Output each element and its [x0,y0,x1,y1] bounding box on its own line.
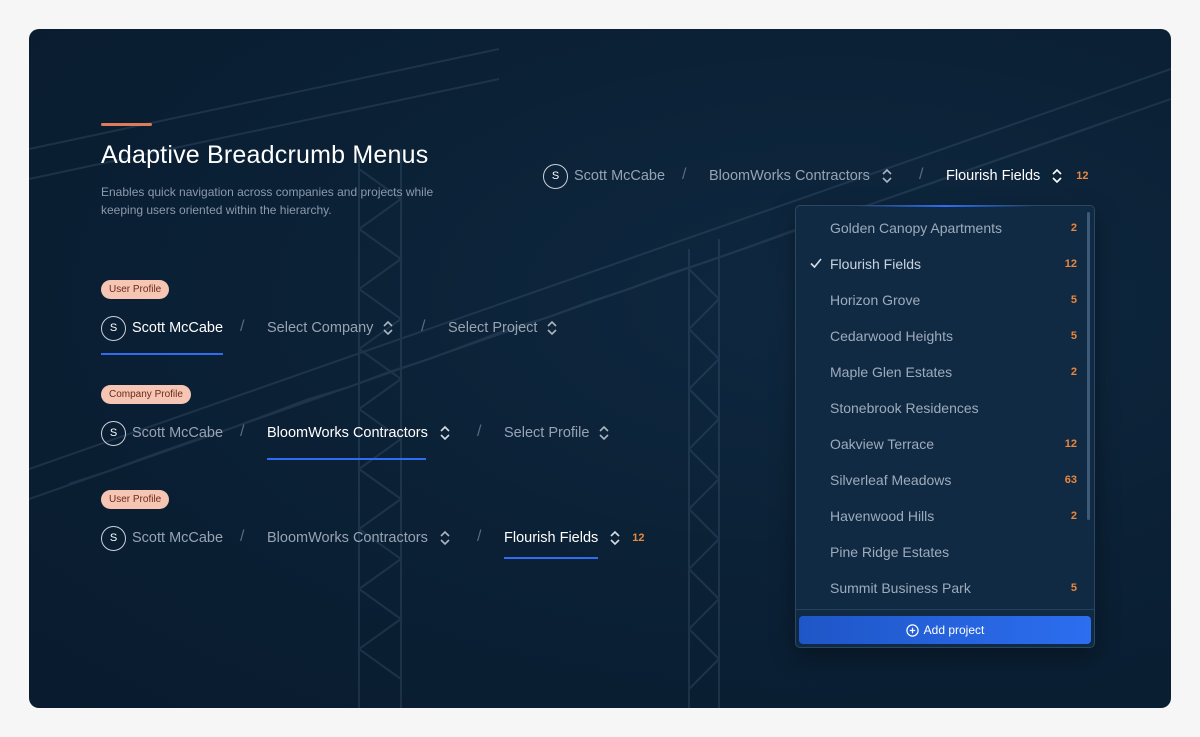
chevron-up-down-icon [440,530,450,546]
row3-crumb-company[interactable]: BloomWorks Contractors [267,523,452,553]
dropdown-item[interactable]: Horizon Grove 5 [796,282,1084,318]
crumb-label: BloomWorks Contractors [709,168,870,184]
row1-crumb-project[interactable]: Select Project [448,313,559,343]
add-project-label: Add project [923,623,985,637]
chevron-up-down-icon [599,425,610,441]
chevron-up-down-icon [383,320,393,336]
project-count-badge: 12 [1076,170,1089,182]
breadcrumb-separator: / [240,318,245,335]
chevron-up-down-icon [547,320,558,336]
crumb-label: BloomWorks Contractors [267,530,428,546]
crumb-label: Select Profile [504,425,590,441]
row1-badge: User Profile [101,280,170,299]
crumb-label-wrap: Flourish Fields [504,530,599,559]
top-crumb-user[interactable]: S Scott McCabe [543,161,665,191]
breadcrumb-separator: / [240,423,245,440]
dropdown-scrollbar[interactable] [1087,212,1090,520]
dropdown-item[interactable]: Stonebrook Residences [796,390,1084,426]
avatar: S [543,163,568,189]
breadcrumb-separator: / [421,318,426,335]
row2-crumb-profile[interactable]: Select Profile [504,418,611,448]
dropdown-item[interactable]: Oakview Terrace 12 [796,426,1084,462]
crumb-label: Select Project [448,320,538,336]
row3-crumb-project[interactable]: Flourish Fields 12 [504,523,645,559]
dropdown-item[interactable]: Silverleaf Meadows 63 [796,462,1084,498]
project-count-badge: 12 [632,532,645,544]
hero-card: Adaptive Breadcrumb Menus Enables quick … [29,29,1171,708]
crumb-label: Scott McCabe [574,168,666,184]
dropdown-item[interactable]: Maple Glen Estates 2 [796,354,1084,390]
dropdown-item[interactable]: Summit Business Park 5 [796,570,1084,606]
page-subtitle: Enables quick navigation across companie… [101,185,434,217]
dropdown-item[interactable]: Pine Ridge Estates [796,534,1084,570]
row1-crumb-company[interactable]: Select Company [267,313,395,343]
dropdown-highlight-line [856,205,1034,207]
dropdown-item[interactable]: Golden Canopy Apartments 2 [796,210,1084,246]
avatar: S [101,420,126,446]
row3-crumb-user[interactable]: S Scott McCabe [101,523,223,553]
active-underline [504,557,599,559]
avatar: S [101,315,126,341]
crumb-label: Flourish Fields [504,530,599,546]
breadcrumb-separator: / [240,528,245,545]
dropdown-item-selected[interactable]: Flourish Fields 12 [796,246,1084,282]
add-project-button[interactable]: Add project [799,616,1091,644]
chevron-up-down-icon [882,168,892,184]
chevron-up-down-icon [610,530,620,546]
row3-badge: User Profile [101,490,170,509]
chevron-up-down-icon [440,425,450,441]
crumb-label: Scott McCabe [132,530,224,546]
row2-crumb-user[interactable]: S Scott McCabe [101,418,223,448]
crumb-label: Flourish Fields [946,168,1041,184]
row1-crumb-user[interactable]: S Scott McCabe [101,313,224,355]
project-dropdown[interactable]: Golden Canopy Apartments 2 Flourish Fiel… [795,205,1095,648]
dropdown-divider [796,609,1094,610]
active-underline [101,353,224,355]
crumb-label: Select Company [267,320,374,336]
breadcrumb-separator: / [477,423,482,440]
plus-circle-icon [905,623,919,637]
page-title: Adaptive Breadcrumb Menus [101,141,429,169]
top-crumb-project[interactable]: Flourish Fields 12 [946,161,1089,191]
accent-bar [101,123,152,126]
dropdown-item[interactable]: Havenwood Hills 2 [796,498,1084,534]
crumb-label: Scott McCabe [132,320,224,336]
check-icon [810,258,822,269]
crumb-label: Scott McCabe [132,425,224,441]
avatar: S [101,525,126,551]
breadcrumb-separator: / [919,166,924,183]
row2-crumb-company[interactable]: BloomWorks Contractors [267,418,452,460]
top-crumb-company[interactable]: BloomWorks Contractors [709,161,894,191]
breadcrumb-separator: / [682,166,687,183]
chevron-up-down-icon [1052,168,1062,184]
active-underline [267,458,426,460]
breadcrumb-separator: / [477,528,482,545]
row2-badge: Company Profile [101,385,191,404]
dropdown-item[interactable]: Cedarwood Heights 5 [796,318,1084,354]
crumb-label: BloomWorks Contractors [267,425,428,441]
